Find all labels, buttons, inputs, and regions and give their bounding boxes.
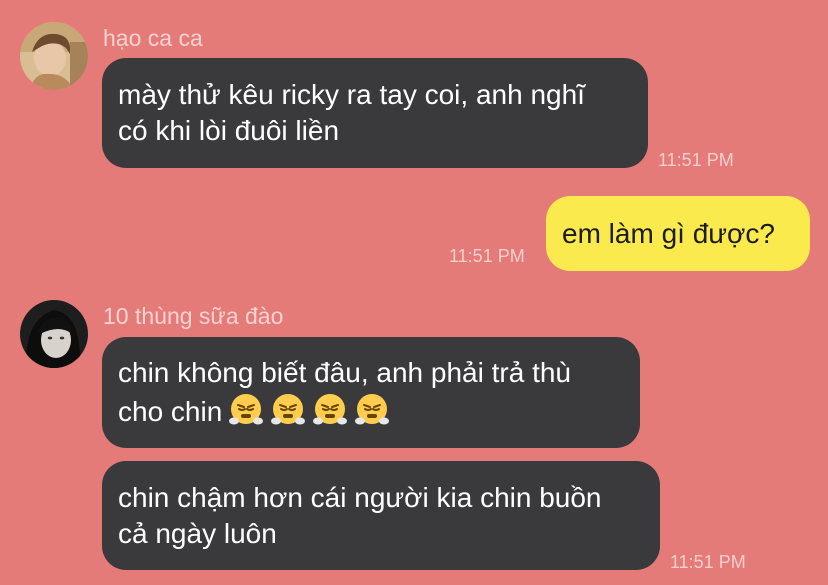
message-timestamp: 11:51 PM (670, 552, 746, 572)
emoji-row (228, 391, 390, 427)
face-with-steam-from-nose-icon (355, 394, 390, 425)
message-line: chin không biết đâu, anh phải trả thù (118, 357, 572, 388)
message-line-with-emoji: cho chin (118, 391, 571, 430)
message-line: chin chậm hơn cái người kia chin buồn (118, 481, 602, 513)
sender-name: hạo ca ca (103, 25, 203, 51)
message-bubble-incoming[interactable]: chin không biết đâu, anh phải trả thù ch… (102, 337, 640, 448)
avatar-10-thung-sua-dao[interactable] (20, 300, 88, 368)
message-text: chin không biết đâu, anh phải trả thù ch… (118, 355, 571, 430)
message-timestamp: 11:51 PM (449, 246, 525, 266)
message-text: mày thử kêu ricky ra tay coi, anh nghĩ c… (118, 77, 585, 149)
message-line: cho chin (118, 396, 223, 427)
avatar-image (20, 300, 88, 368)
message-bubble-outgoing[interactable]: em làm gì được? (546, 196, 810, 271)
avatar-image (20, 22, 88, 90)
message-timestamp: 11:51 PM (658, 150, 734, 170)
avatar-hao-ca-ca[interactable] (20, 22, 88, 90)
message-bubble-incoming[interactable]: mày thử kêu ricky ra tay coi, anh nghĩ c… (102, 58, 648, 168)
message-line: cả ngày luôn (118, 517, 277, 549)
message-line: có khi lòi đuôi liền (118, 115, 340, 146)
message-line: em làm gì được? (562, 217, 775, 249)
message-text: chin chậm hơn cái người kia chin buồn cả… (118, 480, 602, 552)
face-with-steam-from-nose-icon (271, 394, 306, 425)
message-line: mày thử kêu ricky ra tay coi, anh nghĩ (118, 79, 585, 110)
face-with-steam-from-nose-icon (229, 394, 264, 425)
sender-name: 10 thùng sữa đào (103, 303, 284, 329)
face-with-steam-from-nose-icon (313, 394, 348, 425)
message-bubble-incoming[interactable]: chin chậm hơn cái người kia chin buồn cả… (102, 461, 660, 570)
